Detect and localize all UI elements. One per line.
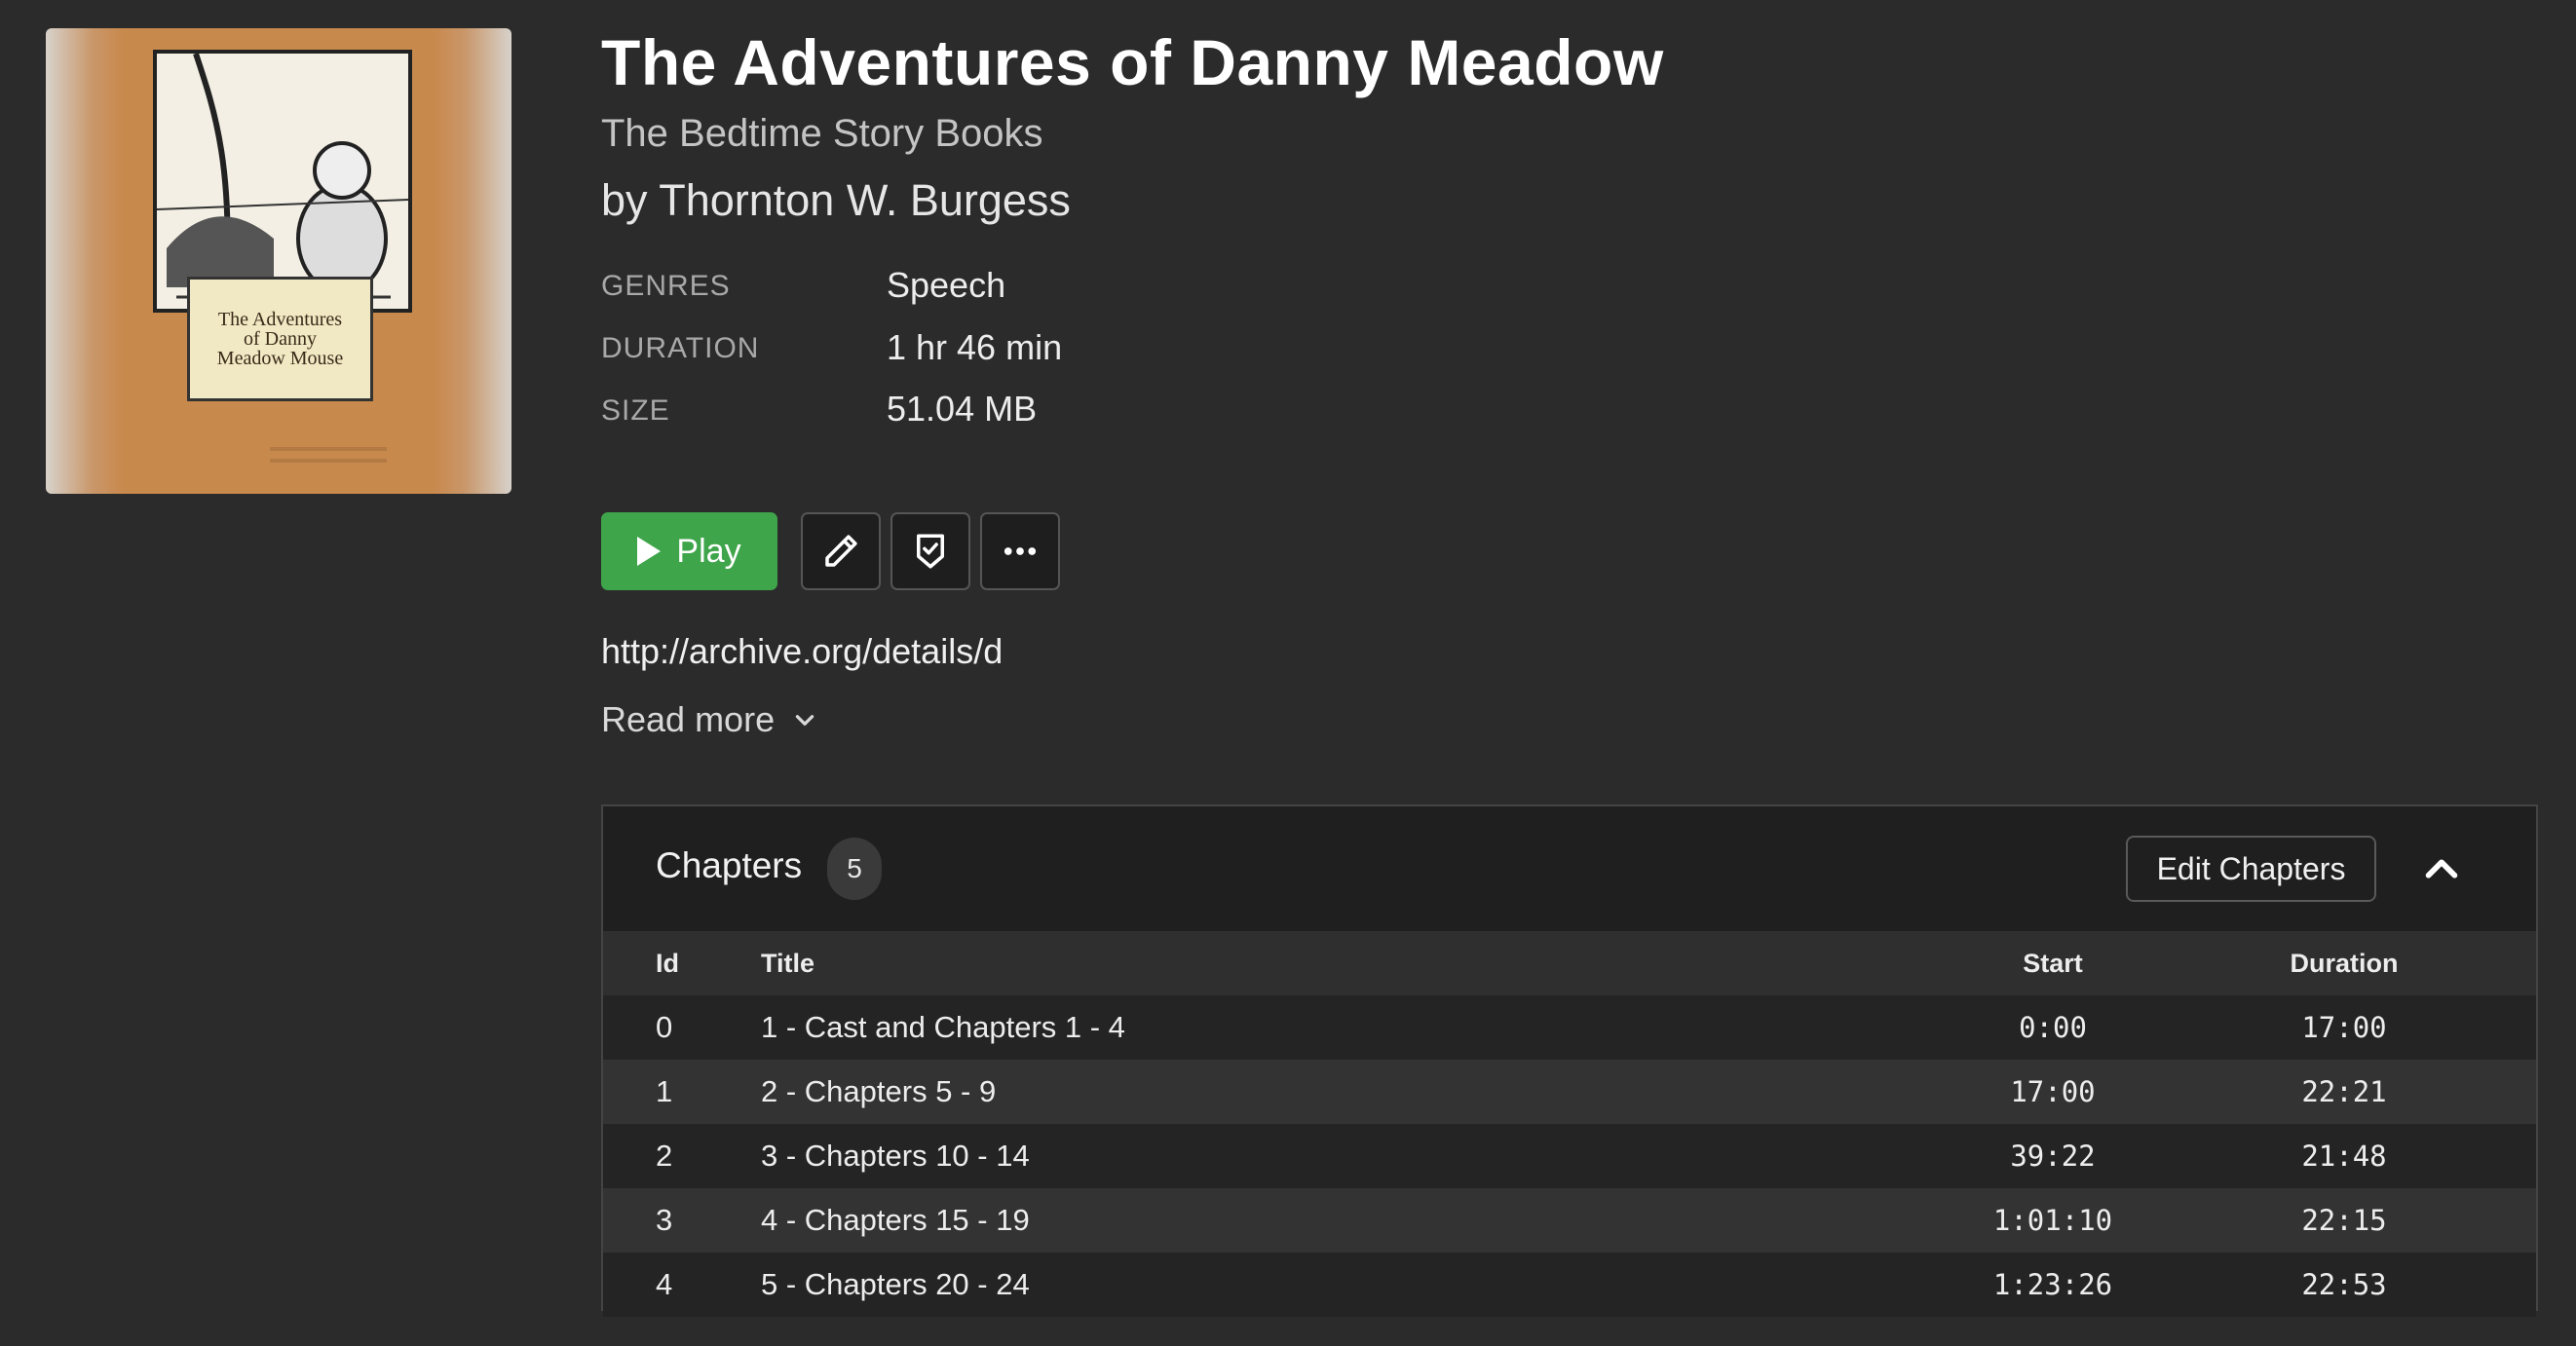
chapter-title: 1 - Cast and Chapters 1 - 4 [712, 995, 1896, 1060]
size-label: SIZE [601, 394, 670, 427]
cover-title-plate: The Adventures of Danny Meadow Mouse [187, 277, 373, 401]
book-title: The Adventures of Danny Meadow [601, 26, 1664, 98]
chapter-start[interactable]: 17:00 [1896, 1060, 2210, 1124]
read-more-label: Read more [601, 699, 776, 739]
chapter-start[interactable]: 1:23:26 [1896, 1253, 2210, 1317]
chapters-heading: Chapters [656, 845, 803, 885]
chapter-duration: 22:53 [2210, 1253, 2536, 1317]
chapters-count-badge: 5 [827, 838, 882, 900]
cover-illustration [153, 50, 412, 313]
chapter-duration: 17:00 [2210, 995, 2536, 1060]
chapter-id: 4 [603, 1253, 712, 1317]
chapter-duration: 21:48 [2210, 1124, 2536, 1188]
genres-label: GENRES [601, 270, 731, 302]
chapter-start[interactable]: 39:22 [1896, 1124, 2210, 1188]
table-row[interactable]: 2 3 - Chapters 10 - 14 39:22 21:48 [603, 1124, 2536, 1188]
book-author[interactable]: by Thornton W. Burgess [601, 175, 1071, 226]
chapters-table: Id Title Start Duration 0 1 - Cast and C… [603, 931, 2536, 1317]
play-button[interactable]: Play [601, 512, 777, 590]
more-options-button[interactable] [980, 512, 1060, 590]
edit-button[interactable] [801, 512, 881, 590]
chapter-id: 1 [603, 1060, 712, 1124]
play-label: Play [676, 532, 741, 570]
play-icon [637, 537, 662, 566]
table-row[interactable]: 0 1 - Cast and Chapters 1 - 4 0:00 17:00 [603, 995, 2536, 1060]
chapter-id: 2 [603, 1124, 712, 1188]
chevron-down-icon [795, 715, 814, 726]
chapter-start[interactable]: 0:00 [1896, 995, 2210, 1060]
size-value: 51.04 MB [887, 389, 1038, 429]
cover-author-mark [270, 447, 387, 451]
genres-value[interactable]: Speech [887, 265, 1005, 306]
table-header-row: Id Title Start Duration [603, 931, 2536, 995]
chapter-start[interactable]: 1:01:10 [1896, 1188, 2210, 1253]
column-id: Id [603, 931, 712, 995]
chapters-panel: Chapters 5 Edit Chapters Id Title Start … [601, 804, 2538, 1317]
chapter-id: 3 [603, 1188, 712, 1253]
chapter-title: 4 - Chapters 15 - 19 [712, 1188, 1896, 1253]
column-title: Title [712, 931, 1896, 995]
chapter-id: 0 [603, 995, 712, 1060]
book-cover[interactable]: The Adventures of Danny Meadow Mouse [46, 28, 511, 494]
cover-art: The Adventures of Danny Meadow Mouse [124, 28, 434, 494]
chapter-title: 2 - Chapters 5 - 9 [712, 1060, 1896, 1124]
duration-value: 1 hr 46 min [887, 327, 1063, 367]
column-duration: Duration [2210, 931, 2536, 995]
shield-check-icon [917, 534, 944, 569]
table-row[interactable]: 4 5 - Chapters 20 - 24 1:23:26 22:53 [603, 1253, 2536, 1317]
chapter-duration: 22:21 [2210, 1060, 2536, 1124]
edit-chapters-button[interactable]: Edit Chapters [2126, 836, 2376, 902]
pencil-icon [825, 535, 857, 567]
ellipsis-icon [1004, 547, 1037, 555]
mark-finished-button[interactable] [890, 512, 970, 590]
chapter-duration: 22:15 [2210, 1188, 2536, 1253]
table-row[interactable]: 1 2 - Chapters 5 - 9 17:00 22:21 [603, 1060, 2536, 1124]
table-row[interactable]: 3 4 - Chapters 15 - 19 1:01:10 22:15 [603, 1188, 2536, 1253]
duration-label: DURATION [601, 332, 760, 364]
description-text: http://archive.org/details/d [601, 631, 1004, 671]
chapter-title: 5 - Chapters 20 - 24 [712, 1253, 1896, 1317]
book-series[interactable]: The Bedtime Story Books [601, 112, 1043, 156]
chevron-up-icon [2425, 859, 2458, 879]
read-more-toggle[interactable]: Read more [601, 699, 817, 740]
column-start: Start [1896, 931, 2210, 995]
chapter-title: 3 - Chapters 10 - 14 [712, 1124, 1896, 1188]
chapters-header[interactable]: Chapters 5 Edit Chapters [603, 806, 2536, 931]
collapse-chapters-button[interactable] [2417, 845, 2466, 894]
